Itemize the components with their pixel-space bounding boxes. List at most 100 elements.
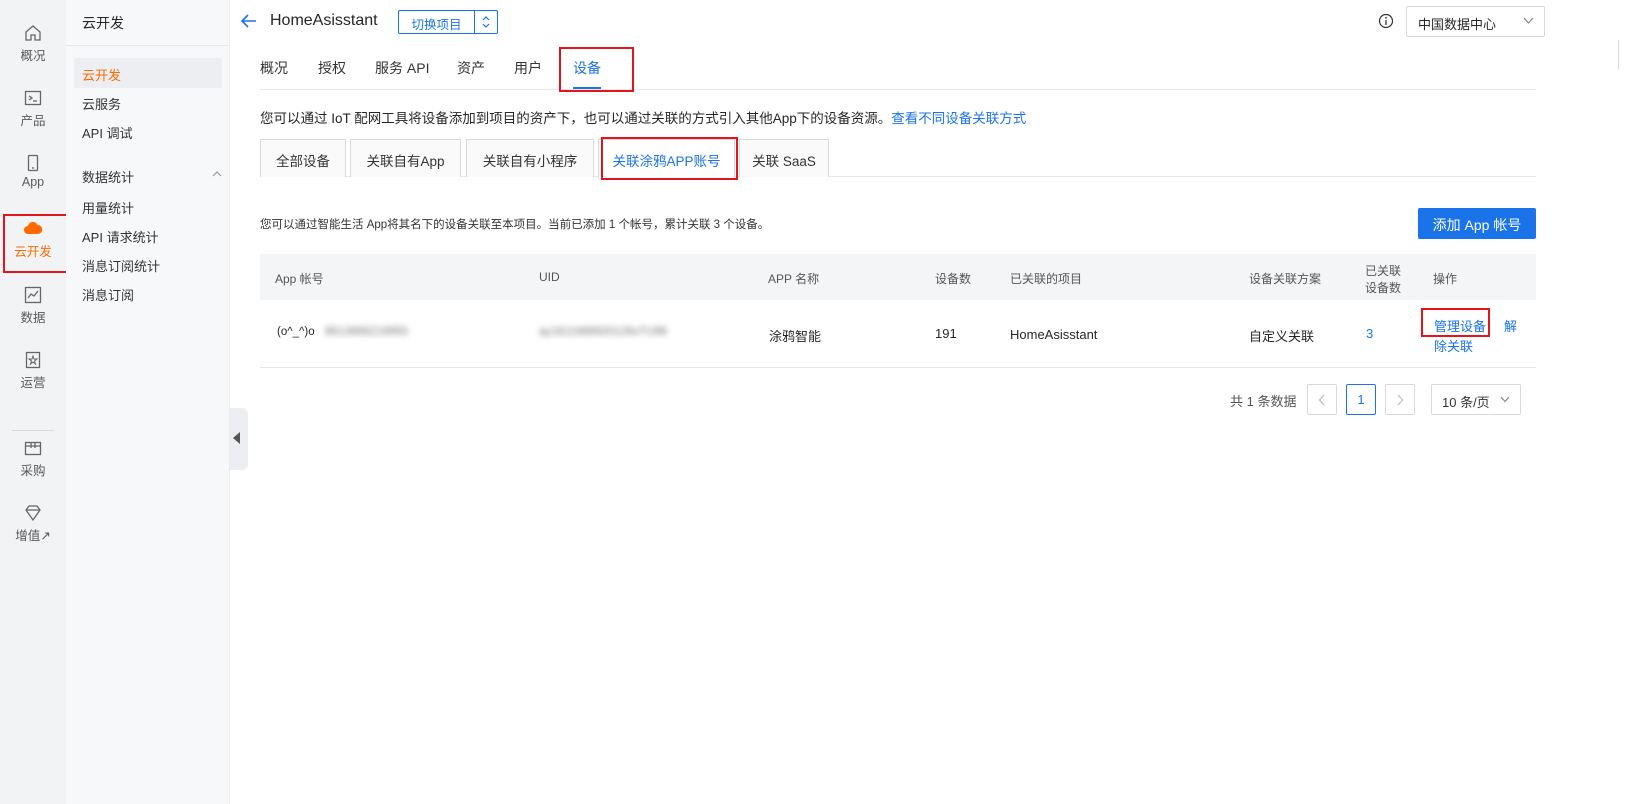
uid-value: ay1611688920126xTU96	[539, 326, 668, 338]
switch-project-label: 切换项目	[411, 18, 462, 32]
device-count: 191	[935, 326, 957, 341]
rail-item-data[interactable]: 数据	[0, 286, 66, 348]
back-arrow-icon[interactable]	[240, 12, 258, 30]
rail-divider	[12, 430, 54, 431]
account-emoji: (o^_^)o	[277, 326, 315, 338]
main-tabs: 概况 授权 服务 API 资产 用户 设备	[260, 50, 1536, 90]
pagination-total: 共 1 条数据	[1230, 394, 1297, 409]
rail-label: 数据	[20, 311, 46, 325]
th-app-name: APP 名称	[768, 272, 820, 286]
rail-label: 增值↗	[15, 529, 51, 543]
add-app-account-button[interactable]: 添加 App 帐号	[1418, 208, 1536, 239]
chevron-up-icon	[212, 171, 222, 177]
sidebar-title: 云开发	[82, 15, 124, 31]
rail-item-overview[interactable]: 概况	[0, 24, 66, 86]
table-row: (o^_^)o 8613866219955 ay1611688920126xTU…	[260, 300, 1536, 368]
box-icon	[24, 441, 42, 456]
subtab-saas[interactable]: 关联 SaaS	[739, 139, 829, 177]
rail-item-app[interactable]: App	[0, 154, 66, 216]
rail-label: 产品	[20, 114, 46, 128]
th-account: App 帐号	[275, 272, 324, 286]
phone-icon	[27, 154, 39, 172]
description-text: 您可以通过 IoT 配网工具将设备添加到项目的资产下，也可以通过关联的方式引入其…	[260, 111, 892, 126]
prev-page-button[interactable]	[1307, 384, 1337, 415]
th-linked-count-line2: 设备数	[1365, 281, 1402, 295]
page-1-button[interactable]: 1	[1346, 384, 1376, 415]
sidebar-group-label: 数据统计	[82, 170, 135, 185]
updown-caret-icon	[482, 16, 490, 28]
sidebar-divider	[66, 45, 230, 46]
region-select[interactable]: 中国数据中心	[1406, 6, 1545, 37]
rail-item-product[interactable]: 产品	[0, 89, 66, 151]
home-icon	[25, 25, 41, 41]
description: 您可以通过 IoT 配网工具将设备添加到项目的资产下，也可以通过关联的方式引入其…	[260, 107, 1026, 127]
icon-rail: 概况 产品 App 云开发 数据 运营 采购 增值↗	[0, 0, 66, 804]
th-scheme: 设备关联方案	[1249, 272, 1322, 286]
terminal-icon	[24, 90, 42, 106]
pagination: 共 1 条数据 1 10 条/页	[1200, 384, 1530, 415]
highlight-box-tuya-subtab	[601, 137, 738, 180]
unlink-link-part2[interactable]: 除关联	[1434, 336, 1473, 355]
info-icon[interactable]	[1378, 13, 1394, 29]
account-number: 8613866219955	[325, 326, 409, 338]
rail-label: 概况	[20, 49, 46, 63]
th-uid: UID	[539, 270, 560, 284]
star-doc-icon	[25, 351, 41, 369]
summary-text: 您可以通过智能生活 App将其名下的设备关联至本项目。当前已添加 1 个帐号，累…	[260, 219, 770, 231]
sidebar-item-api-request-stats[interactable]: API 请求统计	[82, 227, 159, 246]
tab-assets[interactable]: 资产	[457, 58, 485, 78]
scrollbar[interactable]	[1611, 0, 1629, 804]
app-name: 涂鸦智能	[769, 329, 822, 344]
tab-users[interactable]: 用户	[514, 58, 542, 78]
tab-service-api[interactable]: 服务 API	[375, 58, 429, 78]
sidebar-item-cloud-dev[interactable]: 云开发	[74, 58, 222, 88]
subtab-all-devices[interactable]: 全部设备	[260, 139, 346, 177]
rail-label: App	[21, 175, 45, 189]
th-device-count: 设备数	[935, 272, 972, 286]
linked-device-count-link[interactable]: 3	[1366, 326, 1373, 341]
sidebar-item-cloud-service[interactable]: 云服务	[82, 94, 121, 113]
chart-icon	[24, 286, 42, 304]
page-size-value: 10 条/页	[1442, 395, 1490, 410]
region-value: 中国数据中心	[1418, 17, 1497, 32]
tab-authorization[interactable]: 授权	[318, 58, 346, 78]
highlight-box-cloud-dev	[3, 214, 69, 273]
subtab-own-app[interactable]: 关联自有App	[350, 139, 461, 177]
association-scheme: 自定义关联	[1249, 329, 1315, 344]
chevron-down-icon	[1523, 17, 1534, 24]
th-linked-count-line1: 已关联	[1365, 264, 1402, 278]
sidebar-collapse-handle[interactable]	[230, 408, 248, 470]
diamond-icon	[25, 505, 41, 522]
th-linked-project: 已关联的项目	[1010, 272, 1083, 286]
next-page-button[interactable]	[1385, 384, 1415, 415]
rail-item-value-added[interactable]: 增值↗	[0, 504, 66, 566]
switch-divider	[474, 11, 475, 33]
chevron-down-icon	[1500, 396, 1510, 403]
highlight-box-manage-devices	[1421, 308, 1490, 337]
project-name: HomeAsisstant	[270, 12, 378, 29]
sidebar-item-api-debug[interactable]: API 调试	[82, 123, 133, 142]
table-header: App 帐号 UID APP 名称 设备数 已关联的项目 设备关联方案 已关联 …	[260, 254, 1536, 300]
association-methods-link[interactable]: 查看不同设备关联方式	[891, 111, 1026, 126]
scrollbar-thumb[interactable]	[1618, 40, 1619, 70]
rail-item-purchase[interactable]: 采购	[0, 439, 66, 501]
sub-sidebar: 云开发 云开发 云服务 API 调试 数据统计 用量统计 API 请求统计 消息…	[66, 0, 230, 804]
unlink-link-part1[interactable]: 解	[1504, 316, 1517, 335]
chevron-right-icon	[1397, 394, 1404, 406]
header: HomeAsisstant 切换项目 中国数据中心	[240, 0, 1620, 44]
sidebar-item-usage-stats[interactable]: 用量统计	[82, 198, 134, 217]
switch-project-button[interactable]: 切换项目	[398, 10, 498, 34]
th-ops: 操作	[1433, 272, 1458, 286]
caret-left-icon	[233, 432, 240, 444]
page-size-select[interactable]: 10 条/页	[1431, 384, 1521, 415]
subtab-own-miniprogram[interactable]: 关联自有小程序	[466, 139, 594, 177]
rail-label: 采购	[20, 464, 46, 478]
sub-tabs: 全部设备 关联自有App 关联自有小程序 关联涂鸦APP账号 关联 SaaS	[260, 139, 1536, 178]
linked-project: HomeAsisstant	[1010, 327, 1098, 342]
tab-overview[interactable]: 概况	[260, 58, 288, 78]
rail-label: 运营	[20, 376, 46, 390]
sidebar-item-msg-sub[interactable]: 消息订阅	[82, 285, 134, 304]
sidebar-group-statistics[interactable]: 数据统计	[82, 167, 222, 186]
sidebar-item-msg-sub-stats[interactable]: 消息订阅统计	[82, 256, 160, 275]
rail-item-operations[interactable]: 运营	[0, 351, 66, 413]
